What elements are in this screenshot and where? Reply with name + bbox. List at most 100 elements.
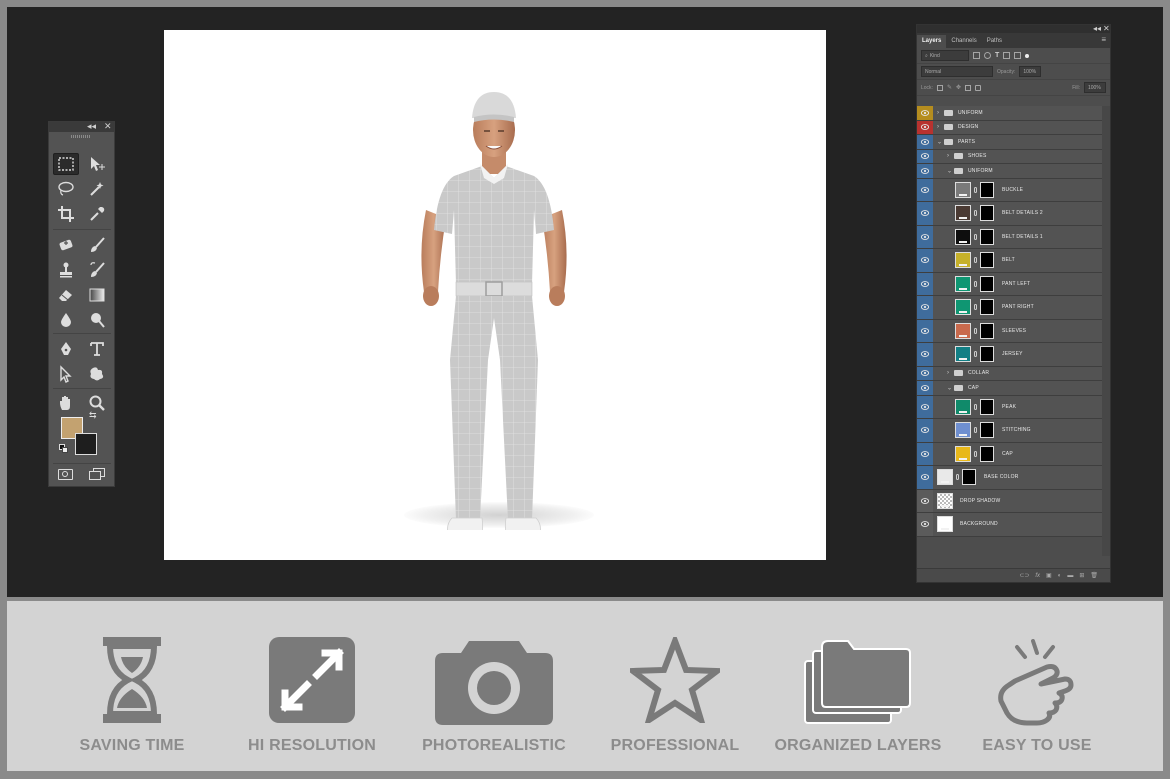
visibility-eye-icon[interactable] (917, 296, 933, 319)
visibility-eye-icon[interactable] (917, 272, 933, 295)
shape-tool[interactable] (84, 363, 110, 385)
default-colors-icon[interactable] (59, 444, 68, 453)
chevron-right-icon[interactable]: › (937, 124, 939, 130)
move-tool[interactable] (84, 153, 110, 175)
chevron-down-icon[interactable]: ⌄ (947, 384, 952, 391)
blend-mode-select[interactable]: Normal (921, 66, 993, 77)
layer-mask-thumbnail[interactable] (980, 228, 994, 245)
layer-row[interactable]: SLEEVES (917, 319, 1103, 343)
visibility-eye-icon[interactable] (917, 419, 933, 442)
layer-mask-thumbnail[interactable] (980, 299, 994, 315)
marquee-tool[interactable] (53, 153, 79, 175)
layer-row[interactable]: PEAK (917, 395, 1103, 419)
link-layers-icon[interactable]: ⊂⊃ (1019, 572, 1029, 579)
brush-tool[interactable] (84, 234, 110, 256)
layer-mask-thumbnail[interactable] (962, 469, 976, 485)
pen-tool[interactable] (53, 338, 79, 360)
visibility-eye-icon[interactable] (917, 466, 933, 489)
gradient-tool[interactable] (84, 284, 110, 306)
layer-mask-thumbnail[interactable] (980, 445, 994, 462)
document-canvas[interactable] (164, 30, 826, 560)
tab-paths[interactable]: Paths (982, 35, 1007, 48)
link-icon[interactable] (974, 280, 977, 287)
layer-row[interactable]: ⌄ UNIFORM (917, 164, 1103, 179)
new-group-icon[interactable]: ▬ (1067, 573, 1073, 579)
eraser-tool[interactable] (53, 284, 79, 306)
visibility-eye-icon[interactable] (917, 149, 933, 163)
layer-mask-thumbnail[interactable] (980, 205, 994, 221)
layer-mask-thumbnail[interactable] (980, 275, 994, 292)
blur-tool[interactable] (53, 309, 79, 331)
link-icon[interactable] (974, 427, 977, 434)
layer-mask-thumbnail[interactable] (980, 398, 994, 415)
link-icon[interactable] (974, 257, 977, 264)
visibility-eye-icon[interactable] (917, 178, 933, 201)
tab-channels[interactable]: Channels (946, 35, 981, 48)
link-icon[interactable] (974, 327, 977, 334)
lock-image-icon[interactable]: ✎ (947, 84, 952, 91)
visibility-eye-icon[interactable] (917, 343, 933, 366)
layer-mask-thumbnail[interactable] (980, 422, 994, 438)
visibility-eye-icon[interactable] (917, 135, 933, 149)
layer-mask-thumbnail[interactable] (980, 322, 994, 339)
visibility-eye-icon[interactable] (917, 442, 933, 465)
type-tool[interactable] (84, 338, 110, 360)
tools-panel-titlebar[interactable]: ◂◂ ✕ (49, 120, 114, 132)
opacity-input[interactable]: 100% (1019, 66, 1042, 77)
visibility-eye-icon[interactable] (917, 366, 933, 380)
quick-mask-icon[interactable] (58, 469, 73, 480)
visibility-eye-icon[interactable] (917, 489, 933, 512)
visibility-eye-icon[interactable] (917, 319, 933, 342)
screen-mode-icon[interactable] (89, 468, 105, 480)
tab-layers[interactable]: Layers (917, 35, 947, 48)
lock-transparent-icon[interactable] (936, 84, 943, 91)
link-icon[interactable] (974, 450, 977, 457)
panel-menu-icon[interactable]: ≡ (1101, 35, 1106, 44)
healing-brush-tool[interactable] (53, 234, 79, 256)
close-icon[interactable]: ✕ (104, 120, 112, 132)
magic-wand-tool[interactable] (84, 178, 110, 200)
eyedropper-tool[interactable] (84, 203, 110, 225)
layer-style-icon[interactable]: fx (1035, 573, 1040, 579)
collapse-icon[interactable]: ◂◂ (87, 120, 96, 132)
filter-type-icon[interactable]: T (995, 52, 999, 59)
filter-smart-icon[interactable] (1014, 52, 1022, 59)
visibility-eye-icon[interactable] (917, 381, 933, 395)
zoom-tool[interactable] (84, 392, 110, 414)
lasso-tool[interactable] (53, 178, 79, 200)
link-icon[interactable] (974, 186, 977, 193)
panel-grip[interactable] (49, 132, 114, 141)
layer-row[interactable]: › COLLAR (917, 366, 1103, 381)
layer-row[interactable]: DROP SHADOW (917, 489, 1103, 513)
delete-layer-icon[interactable]: 🗑 (1090, 572, 1098, 579)
layer-row[interactable]: CAP (917, 442, 1103, 466)
dodge-tool[interactable] (84, 309, 110, 331)
layer-row[interactable]: STITCHING (917, 419, 1103, 443)
filter-adjustment-icon[interactable] (984, 52, 991, 59)
layer-row[interactable]: BACKGROUND (917, 513, 1103, 537)
crop-tool[interactable] (53, 203, 79, 225)
visibility-eye-icon[interactable] (917, 395, 933, 418)
layer-mask-thumbnail[interactable] (980, 252, 994, 268)
layer-row[interactable]: PANT RIGHT (917, 296, 1103, 320)
layer-row[interactable]: › SHOES (917, 149, 1103, 164)
visibility-eye-icon[interactable] (917, 164, 933, 178)
fill-input[interactable]: 100% (1084, 82, 1106, 93)
filter-pixel-icon[interactable] (973, 52, 980, 59)
filter-toggle-icon[interactable] (1025, 53, 1030, 58)
layer-row[interactable]: BUCKLE (917, 178, 1103, 202)
filter-kind-select[interactable]: ⌕ Kind (921, 50, 969, 61)
lock-position-icon[interactable]: ✥ (956, 84, 961, 91)
visibility-eye-icon[interactable] (917, 106, 933, 120)
layers-scrollbar[interactable] (1102, 106, 1110, 556)
link-icon[interactable] (974, 233, 977, 240)
layer-row[interactable]: BELT DETAILS 1 (917, 225, 1103, 249)
layer-row[interactable]: › UNIFORM (917, 106, 1103, 121)
link-icon[interactable] (974, 403, 977, 410)
layer-row[interactable]: BELT (917, 249, 1103, 273)
background-color-swatch[interactable] (75, 433, 97, 455)
chevron-down-icon[interactable]: ⌄ (937, 138, 942, 145)
layer-mask-thumbnail[interactable] (980, 346, 994, 362)
visibility-eye-icon[interactable] (917, 225, 933, 248)
visibility-eye-icon[interactable] (917, 249, 933, 272)
